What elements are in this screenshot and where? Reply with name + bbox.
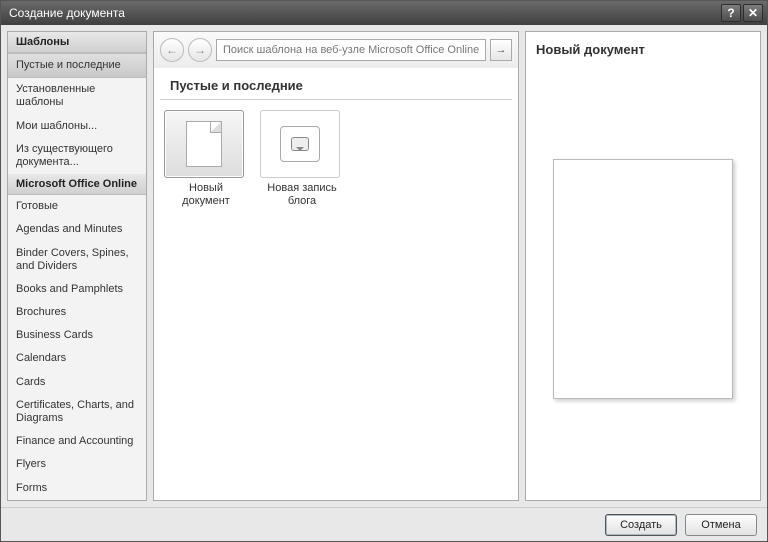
blog-post-icon bbox=[260, 110, 340, 178]
sidebar-item-finance[interactable]: Finance and Accounting bbox=[8, 430, 146, 453]
sidebar-item-calendars[interactable]: Calendars bbox=[8, 347, 146, 370]
sidebar-header-templates: Шаблоны bbox=[8, 32, 146, 53]
search-go-button[interactable]: → bbox=[490, 39, 512, 61]
sidebar-item-featured[interactable]: Готовые bbox=[8, 195, 146, 218]
toolbar: ← → Поиск шаблона на веб-узле Microsoft … bbox=[154, 32, 518, 68]
template-new-blog-post[interactable]: Новая запись блога bbox=[260, 110, 344, 207]
center-panel: ← → Поиск шаблона на веб-узле Microsoft … bbox=[153, 31, 519, 501]
titlebar: Создание документа ? ✕ bbox=[1, 1, 767, 25]
section-title: Пустые и последние bbox=[160, 70, 512, 100]
sidebar-scroll[interactable]: Шаблоны Пустые и последние Установленные… bbox=[8, 32, 146, 500]
preview-title: Новый документ bbox=[534, 40, 752, 65]
page-preview-icon bbox=[553, 159, 733, 399]
new-document-icon bbox=[164, 110, 244, 178]
forward-button[interactable]: → bbox=[188, 38, 212, 62]
template-caption: Новая запись блога bbox=[260, 182, 344, 207]
close-button[interactable]: ✕ bbox=[743, 4, 763, 22]
sidebar-item-business-cards[interactable]: Business Cards bbox=[8, 324, 146, 347]
sidebar-item-blank-recent[interactable]: Пустые и последние bbox=[8, 53, 146, 78]
sidebar-item-books[interactable]: Books and Pamphlets bbox=[8, 278, 146, 301]
back-button[interactable]: ← bbox=[160, 38, 184, 62]
sidebar: Шаблоны Пустые и последние Установленные… bbox=[7, 31, 147, 501]
help-button[interactable]: ? bbox=[721, 4, 741, 22]
footer: Создать Отмена bbox=[1, 507, 767, 541]
search-input[interactable]: Поиск шаблона на веб-узле Microsoft Offi… bbox=[216, 39, 486, 61]
window-title: Создание документа bbox=[9, 6, 719, 20]
sidebar-header-office-online: Microsoft Office Online bbox=[8, 174, 146, 195]
sidebar-item-certificates[interactable]: Certificates, Charts, and Diagrams bbox=[8, 394, 146, 430]
sidebar-item-brochures[interactable]: Brochures bbox=[8, 301, 146, 324]
template-list: Новый документ Новая запись блога bbox=[154, 100, 518, 217]
template-new-document[interactable]: Новый документ bbox=[164, 110, 248, 207]
sidebar-item-binder-covers[interactable]: Binder Covers, Spines, and Dividers bbox=[8, 242, 146, 278]
template-caption: Новый документ bbox=[164, 182, 248, 207]
sidebar-item-my-templates[interactable]: Мои шаблоны... bbox=[8, 115, 146, 138]
sidebar-item-agendas[interactable]: Agendas and Minutes bbox=[8, 218, 146, 241]
sidebar-item-forms[interactable]: Forms bbox=[8, 477, 146, 500]
sidebar-item-installed-templates[interactable]: Установленные шаблоны bbox=[8, 78, 146, 114]
preview-area bbox=[534, 65, 752, 492]
new-document-dialog: Создание документа ? ✕ Шаблоны Пустые и … bbox=[0, 0, 768, 542]
create-button[interactable]: Создать bbox=[605, 514, 677, 536]
sidebar-item-flyers[interactable]: Flyers bbox=[8, 453, 146, 476]
sidebar-item-cards[interactable]: Cards bbox=[8, 371, 146, 394]
preview-panel: Новый документ bbox=[525, 31, 761, 501]
dialog-body: Шаблоны Пустые и последние Установленные… bbox=[1, 25, 767, 507]
sidebar-item-from-existing[interactable]: Из существующего документа... bbox=[8, 138, 146, 174]
cancel-button[interactable]: Отмена bbox=[685, 514, 757, 536]
